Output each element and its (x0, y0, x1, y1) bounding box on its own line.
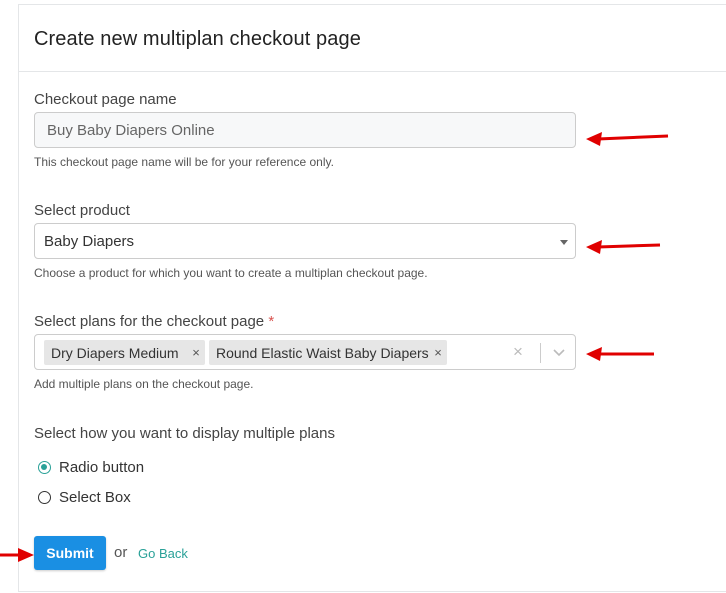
plan-tag-label: Dry Diapers Medium (51, 344, 179, 361)
go-back-link[interactable]: Go Back (138, 546, 188, 561)
plans-multiselect[interactable]: Dry Diapers Medium × Round Elastic Waist… (34, 334, 576, 370)
radio-option-label: Select Box (59, 489, 131, 506)
product-selected-value: Baby Diapers (44, 233, 135, 250)
annotation-arrow-icon (586, 347, 654, 361)
indicator-separator (540, 343, 541, 363)
plan-tag-label: Round Elastic Waist Baby Diapers (216, 344, 429, 361)
title-divider (19, 71, 726, 72)
checkout-name-label: Checkout page name (34, 91, 177, 108)
annotation-arrow-icon (0, 548, 34, 562)
clear-all-icon[interactable]: × (513, 342, 523, 362)
remove-tag-icon[interactable]: × (429, 345, 447, 360)
required-mark: * (268, 313, 275, 330)
radio-option-radio-button[interactable]: Radio button (38, 459, 144, 476)
radio-unchecked-icon[interactable] (38, 491, 51, 504)
plan-tag: Dry Diapers Medium × (44, 340, 205, 365)
radio-option-select-box[interactable]: Select Box (38, 489, 131, 506)
radio-checked-icon[interactable] (38, 461, 51, 474)
caret-down-icon (560, 240, 568, 245)
checkout-name-help: This checkout page name will be for your… (34, 155, 334, 169)
radio-option-label: Radio button (59, 459, 145, 476)
plans-label-text: Select plans for the checkout page (34, 313, 265, 330)
product-select[interactable]: Baby Diapers (34, 223, 576, 259)
chevron-down-icon[interactable] (552, 344, 566, 360)
submit-button[interactable]: Submit (34, 536, 106, 570)
display-label: Select how you want to display multiple … (34, 425, 335, 442)
checkout-name-input[interactable] (34, 112, 576, 148)
product-help: Choose a product for which you want to c… (34, 266, 428, 280)
annotation-arrow-icon (586, 240, 661, 254)
plans-label: Select plans for the checkout page * (34, 313, 274, 330)
plan-tag: Round Elastic Waist Baby Diapers × (209, 340, 447, 365)
product-label: Select product (34, 202, 130, 219)
or-text: or (114, 544, 128, 561)
plans-help: Add multiple plans on the checkout page. (34, 377, 254, 391)
remove-tag-icon[interactable]: × (187, 345, 205, 360)
annotation-arrow-icon (586, 132, 669, 146)
page-title: Create new multiplan checkout page (34, 28, 361, 50)
